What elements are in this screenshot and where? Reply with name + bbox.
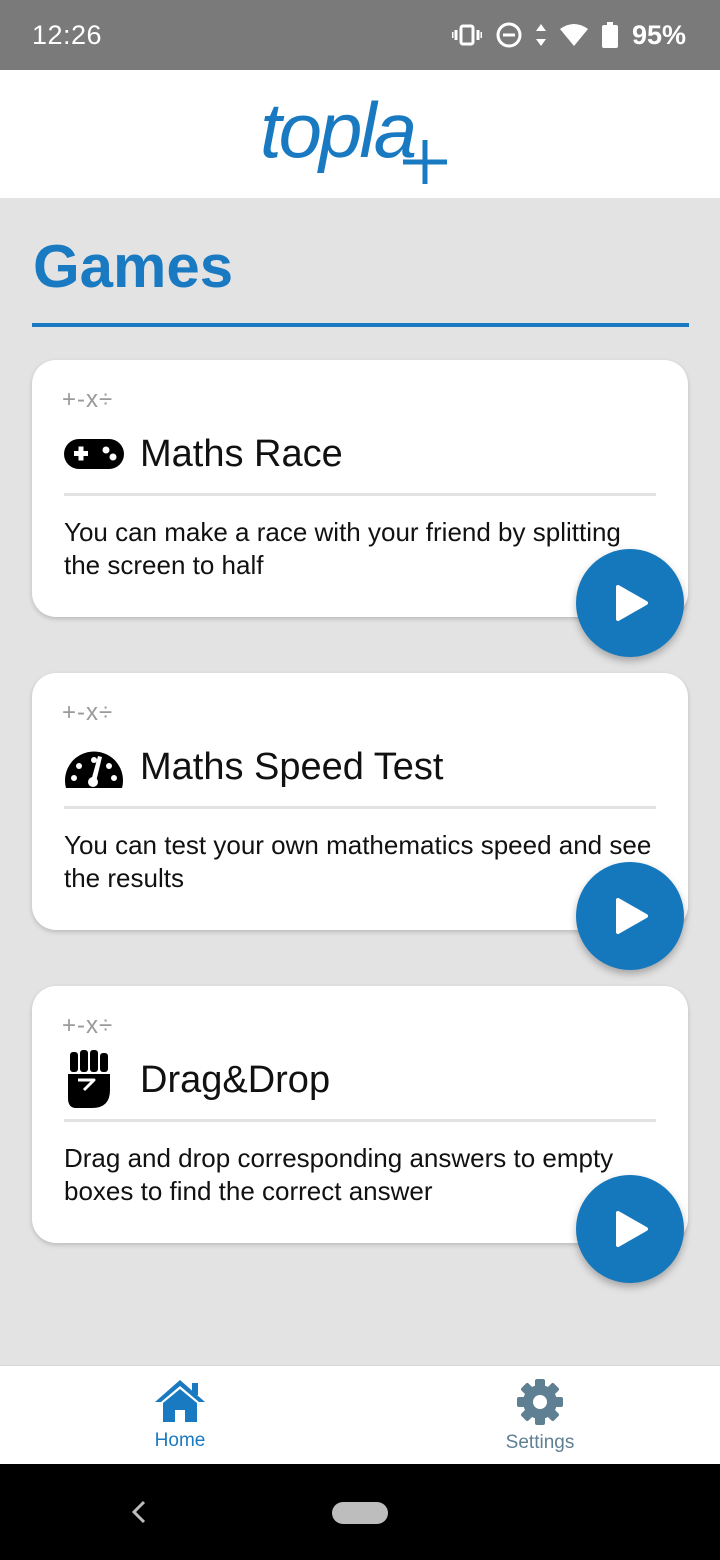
- game-description: Drag and drop corresponding answers to e…: [64, 1143, 614, 1206]
- logo-text: topla: [260, 86, 417, 174]
- card-divider: [64, 1119, 656, 1122]
- app-header: topla: [0, 70, 720, 198]
- math-ops-label: +-x÷: [62, 1012, 114, 1039]
- game-title: Maths Speed Test: [140, 745, 444, 788]
- play-icon: [616, 898, 648, 934]
- status-time: 12:26: [32, 19, 103, 50]
- bottom-navigation: Home Settings: [0, 1365, 720, 1464]
- game-description: You can test your own mathematics speed …: [64, 830, 652, 893]
- dnd-icon: [496, 22, 522, 48]
- status-icons: 4 95%: [451, 19, 686, 51]
- home-icon: [155, 1380, 205, 1422]
- play-maths-race-button[interactable]: [576, 549, 684, 657]
- logo-plus-icon: [403, 140, 447, 184]
- play-drag-drop-button[interactable]: [576, 1175, 684, 1283]
- math-ops-label: +-x÷: [62, 386, 114, 413]
- back-icon[interactable]: [130, 1498, 148, 1526]
- system-navigation-bar: [0, 1464, 720, 1560]
- wifi-icon: 4: [559, 24, 588, 46]
- speedometer-icon: [64, 745, 124, 789]
- card-divider: [64, 493, 656, 496]
- title-divider: [32, 323, 689, 327]
- card-divider: [64, 806, 656, 809]
- card-header: Drag&Drop: [64, 1050, 331, 1108]
- nav-home[interactable]: Home: [0, 1366, 360, 1465]
- card-header: Maths Speed Test: [64, 745, 443, 789]
- gamepad-icon: [64, 432, 124, 476]
- status-bar: 12:26 4 95%: [0, 0, 720, 70]
- card-header: Maths Race: [64, 432, 343, 476]
- play-icon: [616, 1211, 648, 1247]
- data-arrows-icon: [535, 24, 546, 46]
- nav-home-label: Home: [154, 1430, 206, 1451]
- battery-icon: [601, 22, 618, 48]
- home-pill[interactable]: [332, 1502, 388, 1524]
- game-description: You can make a race with your friend by …: [64, 517, 621, 580]
- nav-settings[interactable]: Settings: [360, 1366, 720, 1465]
- math-ops-label: +-x÷: [62, 699, 114, 726]
- nav-settings-label: Settings: [505, 1432, 575, 1453]
- svg-text:4: 4: [579, 36, 584, 46]
- fist-icon: [64, 1050, 124, 1108]
- game-title: Drag&Drop: [140, 1058, 331, 1101]
- play-icon: [616, 585, 648, 621]
- play-maths-speed-test-button[interactable]: [576, 862, 684, 970]
- game-title: Maths Race: [140, 432, 343, 475]
- gear-icon: [517, 1379, 563, 1425]
- battery-percent: 95%: [631, 19, 686, 50]
- vibrate-icon: [451, 24, 482, 46]
- page-title: Games: [33, 233, 234, 300]
- app-logo: topla: [260, 79, 460, 189]
